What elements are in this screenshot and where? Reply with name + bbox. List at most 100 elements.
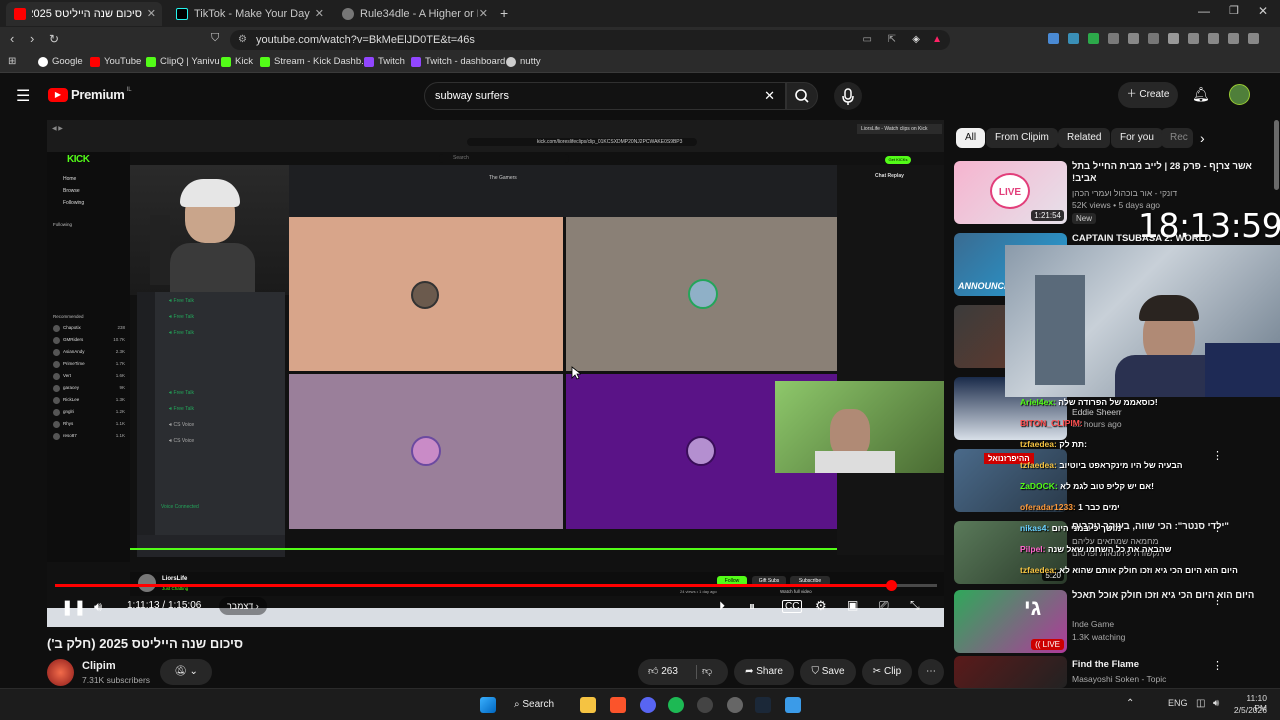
recommendation-item[interactable]: גי (( LIVE היום הוא היום הכי גיא וזכו חו…: [954, 590, 1274, 656]
create-button[interactable]: ＋ Create: [1118, 82, 1178, 108]
extension-icon[interactable]: [1148, 33, 1159, 44]
steam-icon[interactable]: [755, 697, 771, 713]
brave-shield-icon[interactable]: ◈: [912, 30, 920, 50]
bookmark-google[interactable]: Google: [38, 56, 83, 67]
bookmark-clipq[interactable]: ClipQ | Yanivu: [146, 56, 220, 67]
bookmark-kick-dashboard[interactable]: Stream - Kick Dashb...: [260, 56, 369, 67]
miniplayer-icon[interactable]: ▣: [847, 598, 858, 612]
save-button[interactable]: ⛉ Save: [800, 659, 856, 685]
cast-icon[interactable]: ⎚: [879, 598, 889, 613]
puzzle-icon[interactable]: [1128, 33, 1139, 44]
extension-icon[interactable]: [1088, 33, 1099, 44]
cast-icon[interactable]: ▭: [863, 30, 872, 50]
clear-search-icon[interactable]: ✕: [764, 83, 775, 109]
bookmark-kick[interactable]: Kick: [221, 56, 253, 67]
pause-icon[interactable]: ❚❚: [61, 598, 86, 616]
chip-recent[interactable]: Rec: [1161, 128, 1193, 148]
file-explorer-icon[interactable]: [580, 697, 596, 713]
bookmark-twitch[interactable]: Twitch: [364, 56, 405, 67]
extension-icon[interactable]: [1108, 33, 1119, 44]
more-options-icon[interactable]: ⋮: [1212, 659, 1223, 672]
tab-rule34dle[interactable]: Rule34dle - A Higher or Lower G ✕: [334, 2, 494, 26]
tray-overflow-icon[interactable]: ⌃: [1126, 698, 1134, 709]
maximize-icon[interactable]: ❐: [1229, 4, 1239, 17]
bookmark-nutty[interactable]: nutty: [506, 56, 541, 67]
clock-date[interactable]: 2/5/2026: [1233, 705, 1267, 715]
volume-icon[interactable]: 🔊︎: [94, 599, 102, 615]
channel-avatar[interactable]: [47, 659, 74, 686]
apps-grid-icon[interactable]: ⊞: [8, 56, 16, 67]
brave-browser-icon[interactable]: [610, 697, 626, 713]
dislike-button[interactable]: 👎︎: [702, 659, 712, 685]
close-tab-icon[interactable]: ✕: [479, 7, 488, 20]
page-scrollbar[interactable]: [1274, 120, 1279, 190]
reload-icon[interactable]: ↻: [49, 32, 59, 46]
obs-icon[interactable]: [697, 697, 713, 713]
bookmark-twitch-dashboard[interactable]: Twitch - dashboard: [411, 56, 505, 67]
chapter-button[interactable]: דצמבר ›: [219, 597, 267, 615]
brave-rewards-icon[interactable]: ▲: [932, 30, 942, 50]
miniplayer-pause-icon[interactable]: ⏸: [749, 599, 755, 614]
media-icon[interactable]: [1168, 33, 1179, 44]
chips-next-icon[interactable]: ›: [1200, 130, 1205, 146]
bookmark-icon[interactable]: ⛉: [211, 32, 219, 45]
autoplay-toggle-icon[interactable]: ⏵: [719, 599, 725, 614]
chip-related[interactable]: Related: [1058, 128, 1111, 148]
close-tab-icon[interactable]: ✕: [315, 7, 324, 20]
close-tab-icon[interactable]: ✕: [147, 7, 156, 20]
voice-search-button[interactable]: [834, 82, 862, 110]
forward-icon[interactable]: ›: [30, 31, 34, 46]
video-thumbnail[interactable]: גי (( LIVE: [954, 590, 1067, 653]
recommendation-item[interactable]: Find the Flame Masayoshi Soken - Topic ⋮: [954, 656, 1274, 688]
app-icon[interactable]: [785, 697, 801, 713]
progress-track[interactable]: [55, 580, 937, 591]
video-thumbnail[interactable]: LIVE 1:21:54: [954, 161, 1067, 224]
tab-youtube[interactable]: סיכום שנה הייליטס 2025 (חל ✕: [6, 2, 162, 26]
chip-all[interactable]: All: [956, 128, 986, 148]
captions-icon[interactable]: CC: [782, 600, 803, 613]
more-options-icon[interactable]: ⋮: [1212, 594, 1223, 607]
more-actions-button[interactable]: ⋯: [918, 659, 944, 685]
video-player[interactable]: ◀ ▶ LiorsLife - Watch clips on Kick kick…: [47, 120, 944, 627]
youtube-premium-logo[interactable]: ▶ Premium IL: [48, 87, 132, 102]
vpn-icon[interactable]: [1228, 33, 1239, 44]
chip-from-clipim[interactable]: From Clipim: [986, 128, 1058, 148]
share-icon[interactable]: ⇱: [888, 30, 896, 50]
back-icon[interactable]: ‹: [10, 31, 14, 46]
recommendation-item[interactable]: LIVE 1:21:54 אשר צרוף - פרק 28 | לייב מב…: [954, 161, 1274, 227]
taskbar-search[interactable]: ⌕ Search: [514, 696, 554, 714]
menu-icon[interactable]: [1248, 33, 1259, 44]
clip-button[interactable]: ✂ Clip: [862, 659, 912, 685]
share-button[interactable]: ➦ Share: [734, 659, 794, 685]
wallet-icon[interactable]: [1208, 33, 1219, 44]
hamburger-menu-icon[interactable]: ☰: [16, 86, 30, 106]
bookmark-youtube[interactable]: YouTube: [90, 56, 141, 67]
network-icon[interactable]: ◫: [1196, 698, 1205, 709]
settings-gear-icon[interactable]: ⚙: [815, 598, 827, 614]
extension-icon[interactable]: [1068, 33, 1079, 44]
avatar[interactable]: [1229, 84, 1250, 105]
subscribed-button[interactable]: 🔕︎ ⌄: [160, 659, 212, 685]
app-icon[interactable]: [727, 697, 743, 713]
site-info-icon[interactable]: ⚙: [238, 30, 247, 50]
discord-icon[interactable]: [640, 697, 656, 713]
language-indicator[interactable]: ENG: [1168, 698, 1188, 708]
minimize-icon[interactable]: —: [1198, 4, 1210, 18]
windows-start-icon[interactable]: [480, 697, 496, 713]
like-button[interactable]: 👍︎ 263: [648, 666, 678, 677]
video-thumbnail[interactable]: [954, 656, 1067, 688]
new-tab-icon[interactable]: +: [500, 5, 508, 21]
fullscreen-exit-icon[interactable]: ⤡: [910, 598, 920, 613]
tab-tiktok[interactable]: TikTok - Make Your Day ✕: [168, 2, 330, 26]
channel-name[interactable]: Clipim: [82, 660, 116, 672]
search-input[interactable]: subway surfers ✕: [424, 82, 786, 110]
more-options-icon[interactable]: ⋮: [1212, 161, 1223, 174]
address-bar[interactable]: ⚙ youtube.com/watch?v=BkMeElJD0TE&t=46s …: [230, 30, 950, 50]
search-button[interactable]: [786, 82, 818, 110]
sidebar-icon[interactable]: [1188, 33, 1199, 44]
chip-for-you[interactable]: For you: [1111, 128, 1163, 148]
extension-icon[interactable]: [1048, 33, 1059, 44]
notifications-bell-icon[interactable]: 🔔︎: [1192, 86, 1210, 103]
close-window-icon[interactable]: ✕: [1258, 4, 1268, 18]
spotify-icon[interactable]: [668, 697, 684, 713]
